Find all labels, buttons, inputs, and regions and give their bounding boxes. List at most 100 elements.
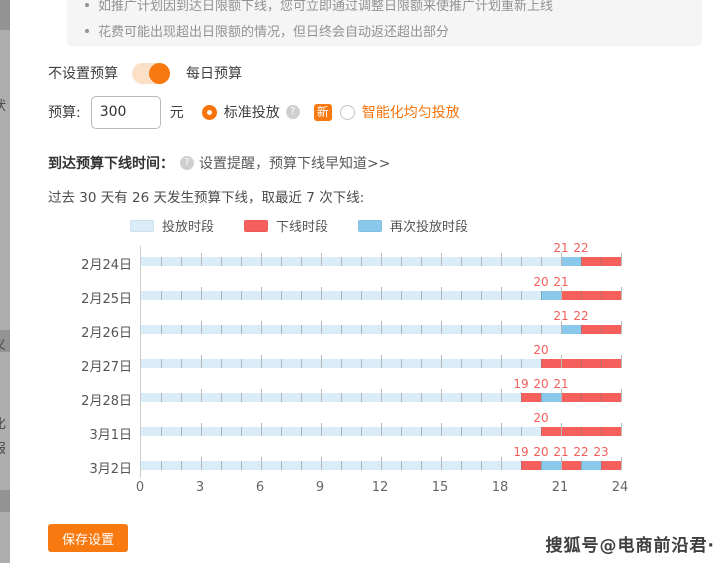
help-icon[interactable]: ? [180,156,194,170]
hour-tick [541,325,542,334]
hour-tick [441,389,442,402]
hour-tick [361,427,362,436]
legend-item-redeliver[interactable]: 再次投放时段 [358,216,468,235]
hour-tick [321,355,322,368]
hour-tick [341,393,342,402]
hour-tick [261,287,262,300]
radio-smart-delivery[interactable] [339,104,355,120]
hour-tick [161,359,162,368]
hour-tick [481,461,482,470]
x-axis-label: 3 [195,480,205,495]
hour-tick [161,291,162,300]
budget-label: 预算: [48,105,81,121]
hour-tick [421,257,422,266]
hour-tick [381,457,382,470]
hour-tick [441,253,442,266]
hour-tick [421,393,422,402]
hour-tick [221,291,222,300]
hour-tick [581,325,582,334]
budget-toggle[interactable] [132,62,170,84]
hour-tick [581,393,582,402]
hour-tick [261,457,262,470]
row-date-label: 2月27日 [81,360,132,375]
x-axis-label: 18 [491,480,509,495]
hour-tick [581,291,582,300]
hour-tick [261,253,262,266]
offline-hour-label: 20 [533,343,549,357]
hour-tick [301,325,302,334]
hour-tick [501,287,502,300]
offline-stats-text: 过去 30 天有 26 天发生预算下线，取最近 7 次下线: [48,190,365,206]
offline-hour-label: 21 [553,275,569,289]
hour-tick [281,393,282,402]
legend-item-deliver[interactable]: 投放时段 [130,216,214,235]
hour-tick [281,257,282,266]
hour-tick [381,321,382,334]
hour-tick [161,427,162,436]
timeline-bar [141,287,622,300]
hour-tick [501,355,502,368]
bullet-icon [85,28,89,33]
hour-tick [201,287,202,300]
hour-tick [541,257,542,266]
row-date-label: 3月1日 [89,428,132,443]
hour-tick [481,291,482,300]
x-axis-label: 21 [551,480,569,495]
hour-tick [241,291,242,300]
hour-tick [441,457,442,470]
hour-tick [341,461,342,470]
hour-tick [561,423,562,436]
hour-tick [581,461,582,470]
budget-unit: 元 [169,105,184,121]
radio-standard-delivery[interactable] [201,104,217,120]
row-date-label: 2月25日 [81,292,132,307]
hour-tick [301,359,302,368]
row-date-label: 2月28日 [81,394,132,409]
hour-tick [461,393,462,402]
hour-tick [461,461,462,470]
segment-offline [561,461,581,470]
hour-tick [181,359,182,368]
timeline-bar [141,253,622,266]
hour-tick [581,257,582,266]
hour-tick [241,461,242,470]
hour-tick [441,321,442,334]
hour-tick [381,287,382,300]
hour-tick [181,291,182,300]
hour-tick [341,359,342,368]
hour-tick [361,393,362,402]
hour-tick [341,291,342,300]
hour-tick [421,291,422,300]
hour-tick [521,427,522,436]
hour-tick [401,393,402,402]
hour-tick [541,461,542,470]
hour-tick [401,359,402,368]
hour-tick [621,355,622,368]
hour-tick [281,461,282,470]
hour-tick [261,321,262,334]
help-icon[interactable]: ? [285,105,300,119]
segment-redeliver [581,461,601,470]
hour-tick [241,393,242,402]
save-settings-button[interactable]: 保存设置 [48,524,129,552]
hour-tick [201,321,202,334]
segment-offline [561,291,621,300]
hour-tick [261,355,262,368]
budget-input[interactable] [90,95,161,129]
set-reminder-link[interactable]: 设置提醒，预算下线早知道>> [199,153,390,173]
hour-tick [561,355,562,368]
hour-tick [221,461,222,470]
hour-tick [341,325,342,334]
hour-tick [521,393,522,402]
offline-time-row: 到达预算下线时间： ? 设置提醒，预算下线早知道>> [48,153,390,173]
hour-tick [521,291,522,300]
hour-tick [381,423,382,436]
hour-tick [321,321,322,334]
hour-tick [601,393,602,402]
hour-tick [401,325,402,334]
hour-tick [361,461,362,470]
legend-item-offline[interactable]: 下线时段 [244,216,328,235]
hour-tick [401,427,402,436]
hour-tick [441,423,442,436]
hour-tick [221,359,222,368]
